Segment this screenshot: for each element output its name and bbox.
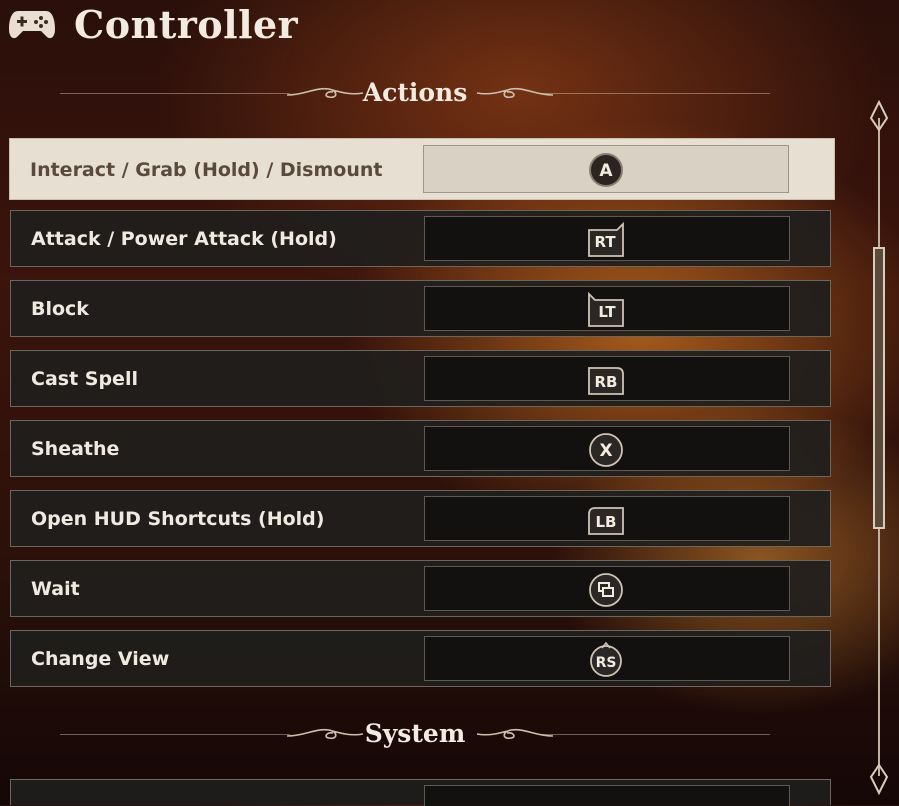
right-trigger-icon: RT xyxy=(588,222,624,257)
binding-row-block[interactable]: Block LT xyxy=(10,280,831,337)
section-header-system: System xyxy=(60,715,770,755)
page-header: Controller xyxy=(0,0,899,52)
binding-row-wait[interactable]: Wait xyxy=(10,560,831,617)
button-label: RS xyxy=(596,655,617,671)
binding-slot[interactable]: LT xyxy=(424,286,790,331)
action-label: Block xyxy=(31,298,89,320)
button-label: RB xyxy=(595,373,618,391)
button-a-icon: A xyxy=(589,153,623,187)
binding-row-interact[interactable]: Interact / Grab (Hold) / Dismount A xyxy=(9,138,835,200)
binding-slot[interactable] xyxy=(424,785,790,806)
binding-slot[interactable]: RT xyxy=(424,216,790,261)
button-label: RT xyxy=(594,233,616,251)
binding-slot[interactable]: RB xyxy=(424,356,790,401)
binding-slot[interactable]: A xyxy=(423,145,789,193)
button-label: X xyxy=(599,441,612,461)
binding-slot[interactable] xyxy=(424,566,790,611)
binding-row-sheathe[interactable]: Sheathe X xyxy=(10,420,831,477)
section-header-actions: Actions xyxy=(60,74,770,114)
button-label: LB xyxy=(596,513,617,531)
action-label: Cast Spell xyxy=(31,368,138,390)
binding-slot[interactable]: RS xyxy=(424,636,790,681)
action-label: Open HUD Shortcuts (Hold) xyxy=(31,508,325,530)
left-trigger-icon: LT xyxy=(588,292,624,327)
scrollbar[interactable] xyxy=(862,100,896,795)
divider-line xyxy=(540,734,770,735)
action-label: Interact / Grab (Hold) / Dismount xyxy=(30,159,383,181)
binding-row-hud-shortcuts[interactable]: Open HUD Shortcuts (Hold) LB xyxy=(10,490,831,547)
right-bumper-icon: RB xyxy=(588,367,624,395)
binding-row-cast-spell[interactable]: Cast Spell RB xyxy=(10,350,831,407)
action-label: Attack / Power Attack (Hold) xyxy=(31,228,337,250)
button-label: A xyxy=(599,161,613,181)
scroll-thumb xyxy=(873,247,885,529)
button-x-icon: X xyxy=(589,433,623,467)
gamepad-icon xyxy=(9,11,55,39)
right-stick-click-icon: RS xyxy=(590,642,622,677)
left-bumper-icon: LB xyxy=(588,507,624,535)
binding-slot[interactable]: LB xyxy=(424,496,790,541)
action-label: Sheathe xyxy=(31,438,120,460)
binding-slot[interactable]: X xyxy=(424,426,790,471)
page-title: Controller xyxy=(74,2,299,47)
action-label: Wait xyxy=(31,578,80,600)
button-label: LT xyxy=(598,303,616,321)
view-button-icon xyxy=(589,573,623,607)
binding-row-change-view[interactable]: Change View RS xyxy=(10,630,831,687)
binding-row-attack[interactable]: Attack / Power Attack (Hold) RT xyxy=(10,210,831,267)
divider-line xyxy=(540,93,770,94)
action-label: Change View xyxy=(31,648,170,670)
binding-row-partial[interactable] xyxy=(10,779,831,806)
